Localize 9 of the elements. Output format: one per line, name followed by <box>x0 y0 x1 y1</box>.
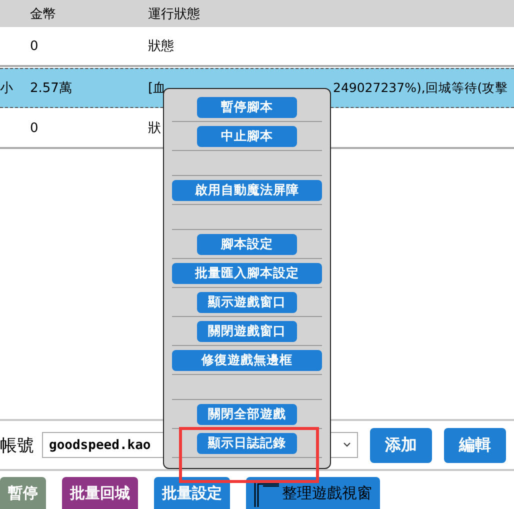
table-cell-text: [血 <box>148 80 166 97</box>
table-cell-text: 狀態 <box>148 38 174 55</box>
table-cell: 0 <box>30 120 38 136</box>
account-label: 帳號 <box>0 434 34 456</box>
table-cell: 249027237%),回城等待(攻擊 <box>333 80 508 96</box>
table-cell-text: 狀 <box>148 120 161 137</box>
table-cell: 0 <box>30 38 38 54</box>
table-cell-text: 小 <box>0 80 13 97</box>
table-cell-text: 2.57萬 <box>30 80 72 97</box>
